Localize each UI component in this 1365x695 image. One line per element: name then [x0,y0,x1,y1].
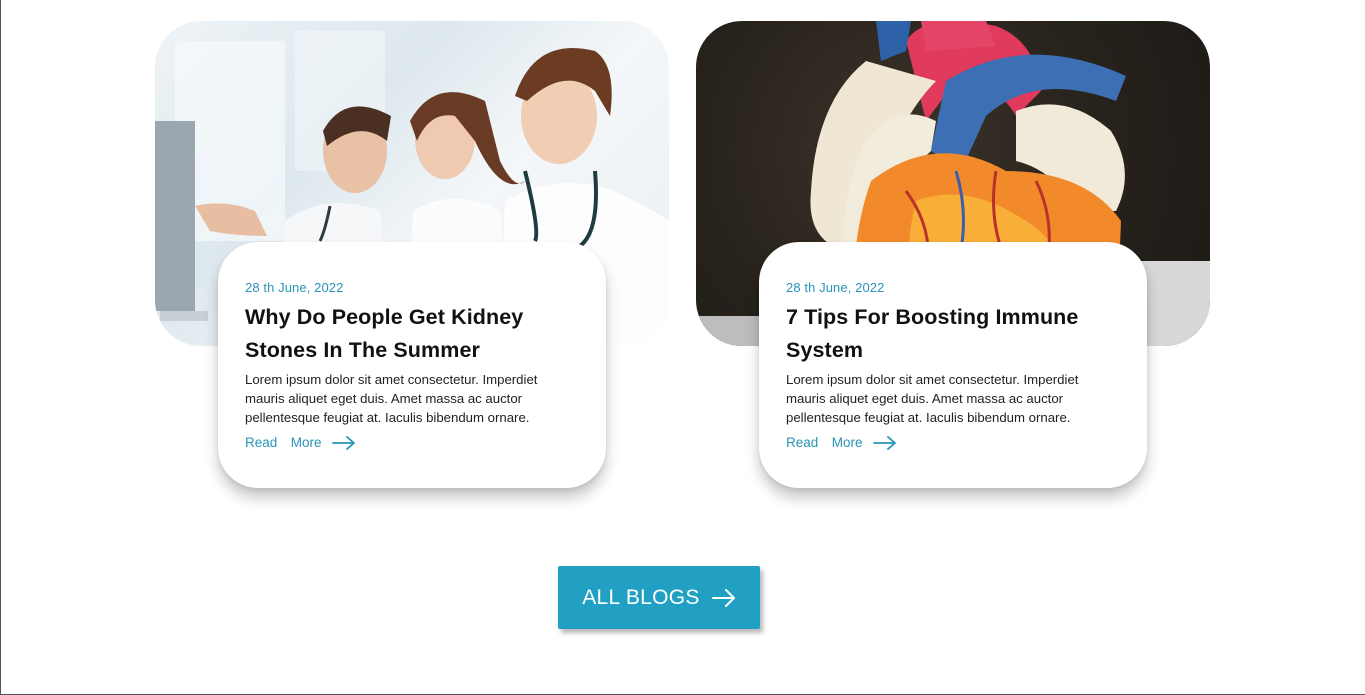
all-blogs-label: ALL BLOGS [582,585,700,609]
post-title[interactable]: Why Do People Get Kidney Stones In The S… [245,301,579,367]
post-date: 28 th June, 2022 [786,280,885,295]
arrow-right-icon [331,435,355,450]
post-date: 28 th June, 2022 [245,280,344,295]
post-excerpt: Lorem ipsum dolor sit amet consectetur. … [786,372,1079,425]
post-excerpt: Lorem ipsum dolor sit amet consectetur. … [245,372,538,425]
read-more-label: Read More [245,435,322,450]
blog-card: 28 th June, 2022 Why Do People Get Kidne… [155,21,669,491]
arrow-right-icon [711,588,735,607]
blog-card: 28 th June, 2022 7 Tips For Boosting Imm… [696,21,1210,491]
arrow-right-icon [872,435,896,450]
post-title[interactable]: 7 Tips For Boosting Immune System [786,301,1120,367]
blog-card-body: 28 th June, 2022 7 Tips For Boosting Imm… [759,242,1147,488]
read-more-link[interactable]: Read More [786,435,897,450]
read-more-link[interactable]: Read More [245,435,356,450]
all-blogs-button[interactable]: ALL BLOGS [558,566,760,629]
blog-card-body: 28 th June, 2022 Why Do People Get Kidne… [218,242,606,488]
read-more-label: Read More [786,435,863,450]
